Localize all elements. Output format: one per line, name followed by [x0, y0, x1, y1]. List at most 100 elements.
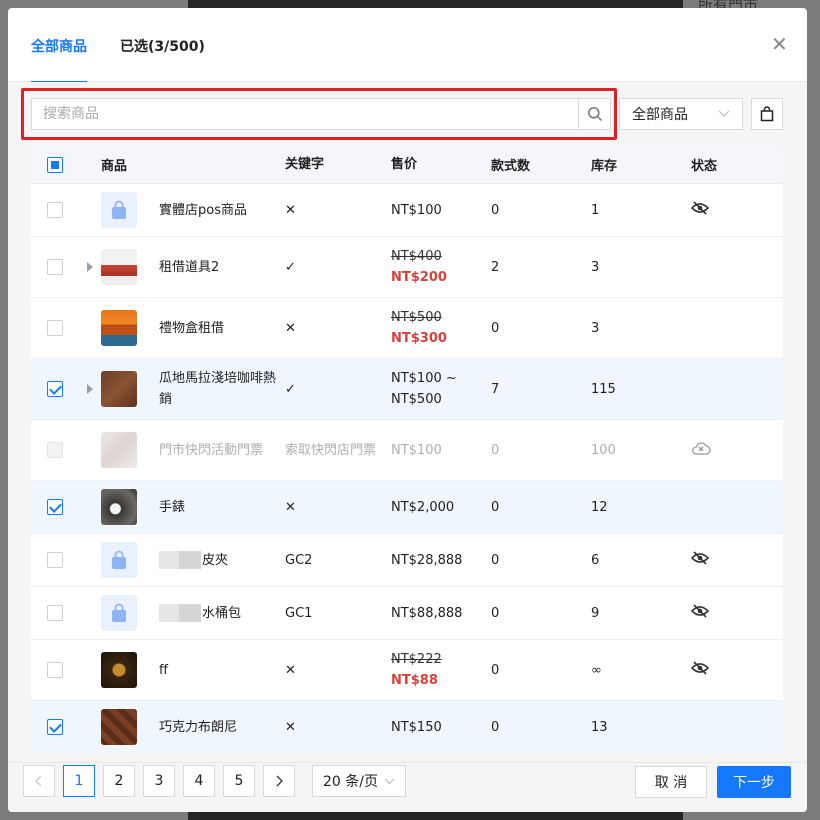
product-thumbnail — [101, 310, 137, 346]
tab-all-products[interactable]: 全部商品 — [31, 36, 87, 83]
cancel-button[interactable]: 取 消 — [635, 766, 707, 798]
row-checkbox[interactable] — [47, 320, 63, 336]
keyword-cell: ✕ — [285, 719, 296, 735]
row-checkbox[interactable] — [47, 719, 63, 735]
chevron-right-icon — [276, 775, 283, 787]
prev-page-button[interactable] — [23, 765, 55, 797]
stock-cell: 9 — [591, 605, 600, 621]
next-page-button[interactable] — [263, 765, 295, 797]
sale-price: NT$88 — [391, 673, 438, 688]
product-name: 手錶 — [159, 499, 186, 515]
row-checkbox[interactable] — [47, 499, 63, 515]
sale-price: NT$200 — [391, 270, 447, 285]
expand-caret-icon[interactable] — [87, 384, 93, 394]
variants-cell: 0 — [491, 499, 500, 515]
page-size-value: 20 条/页 — [323, 774, 378, 790]
close-icon[interactable]: ✕ — [771, 34, 788, 54]
shopping-bag-icon — [760, 106, 774, 122]
keyword-cell: ✕ — [285, 320, 296, 336]
price-cell: NT$150 — [391, 719, 442, 735]
expand-caret-icon[interactable] — [87, 262, 93, 272]
eye-off-icon — [690, 604, 710, 618]
product-name: 水桶包 — [202, 605, 242, 621]
variants-cell: 0 — [491, 442, 500, 458]
product-thumbnail — [101, 542, 137, 578]
variants-cell: 0 — [491, 552, 500, 568]
product-name: 巧克力布朗尼 — [159, 719, 238, 735]
row-checkbox[interactable] — [47, 552, 63, 568]
header-keyword: 关键字 — [285, 157, 325, 172]
stock-cell: 12 — [591, 499, 608, 515]
header-product: 商品 — [101, 159, 128, 174]
tab-selected-products[interactable]: 已选(3/500) — [120, 36, 205, 82]
product-thumbnail — [101, 249, 137, 285]
page-size-select[interactable]: 20 条/页 — [312, 765, 406, 797]
price-range-end: NT$500 — [391, 392, 442, 407]
product-name: ff — [159, 662, 168, 678]
page-button-5[interactable]: 5 — [223, 765, 255, 797]
header-status: 状态 — [691, 159, 718, 174]
select-all-checkbox[interactable] — [47, 156, 63, 173]
product-name: 門市快閃活動門票 — [159, 442, 264, 458]
product-name: 皮夾 — [202, 552, 229, 568]
product-thumbnail — [101, 192, 137, 228]
header-stock: 库存 — [591, 159, 618, 174]
table-row[interactable]: ff ✕ NT$222 NT$88 0 ∞ — [31, 640, 783, 701]
header-variants: 款式数 — [491, 159, 531, 174]
price-cell: NT$100 — [391, 442, 442, 458]
product-picker-modal: 全部商品 已选(3/500) ✕ 全部商品 商品 关键字 售价 款式数 库存 状… — [8, 8, 807, 812]
product-filter-select[interactable]: 全部商品 — [619, 98, 743, 130]
price-range-start: NT$100 ~ — [391, 371, 457, 386]
price-cell: NT$100 — [391, 202, 442, 218]
keyword-cell: ✓ — [285, 381, 296, 397]
placeholder-bag-icon — [112, 550, 126, 569]
table-row[interactable]: 皮夾 GC2 NT$28,888 0 6 — [31, 534, 783, 587]
original-price: NT$222 — [391, 652, 442, 667]
search-icon — [587, 107, 602, 122]
placeholder-bag-icon — [112, 603, 126, 622]
variants-cell: 0 — [491, 662, 500, 678]
header-price: 售价 — [391, 157, 418, 172]
stock-cell: 115 — [591, 381, 616, 397]
search-button[interactable] — [578, 99, 610, 129]
table-row[interactable]: 水桶包 GC1 NT$88,888 0 9 — [31, 587, 783, 640]
product-thumbnail — [101, 371, 137, 407]
table-row[interactable]: 禮物盒租借 ✕ NT$500 NT$300 0 3 — [31, 298, 783, 359]
eye-off-icon — [690, 201, 710, 215]
variants-cell: 0 — [491, 202, 500, 218]
product-thumbnail — [101, 595, 137, 631]
keyword-cell: ✕ — [285, 499, 296, 515]
original-price: NT$400 — [391, 249, 442, 264]
price-cell: NT$2,000 — [391, 499, 455, 515]
table-row[interactable]: 實體店pos商品 ✕ NT$100 0 1 — [31, 184, 783, 237]
table-row[interactable]: 巧克力布朗尼 ✕ NT$150 0 13 — [31, 701, 783, 754]
table-row: 門市快閃活動門票 索取快閃店門票 NT$100 0 100 — [31, 420, 783, 481]
variants-cell: 0 — [491, 719, 500, 735]
row-checkbox[interactable] — [47, 662, 63, 678]
row-checkbox[interactable] — [47, 381, 63, 397]
modal-header: 全部商品 已选(3/500) ✕ — [8, 8, 807, 83]
variants-cell: 0 — [491, 605, 500, 621]
page-button-3[interactable]: 3 — [143, 765, 175, 797]
product-name: 實體店pos商品 — [159, 202, 247, 218]
keyword-cell: ✓ — [285, 259, 296, 275]
page-button-4[interactable]: 4 — [183, 765, 215, 797]
shopping-bag-button[interactable] — [751, 98, 783, 130]
stock-cell: 3 — [591, 320, 600, 336]
product-name: 禮物盒租借 — [159, 320, 225, 336]
table-row[interactable]: 手錶 ✕ NT$2,000 0 12 — [31, 481, 783, 534]
chevron-down-icon — [384, 778, 395, 784]
next-step-button[interactable]: 下一步 — [717, 766, 791, 798]
row-checkbox[interactable] — [47, 605, 63, 621]
table-row[interactable]: 瓜地馬拉淺培咖啡熱銷 ✓ NT$100 ~ NT$500 7 115 — [31, 359, 783, 420]
page-button-2[interactable]: 2 — [103, 765, 135, 797]
page-button-1[interactable]: 1 — [63, 765, 95, 797]
stock-cell: 6 — [591, 552, 600, 568]
table-header: 商品 关键字 售价 款式数 库存 状态 — [31, 146, 783, 184]
table-row[interactable]: 租借道具2 ✓ NT$400 NT$200 2 3 — [31, 237, 783, 298]
keyword-cell: GC1 — [285, 605, 313, 621]
row-checkbox[interactable] — [47, 202, 63, 218]
search-input[interactable] — [32, 99, 578, 129]
row-checkbox[interactable] — [47, 259, 63, 275]
variants-cell: 7 — [491, 381, 500, 397]
